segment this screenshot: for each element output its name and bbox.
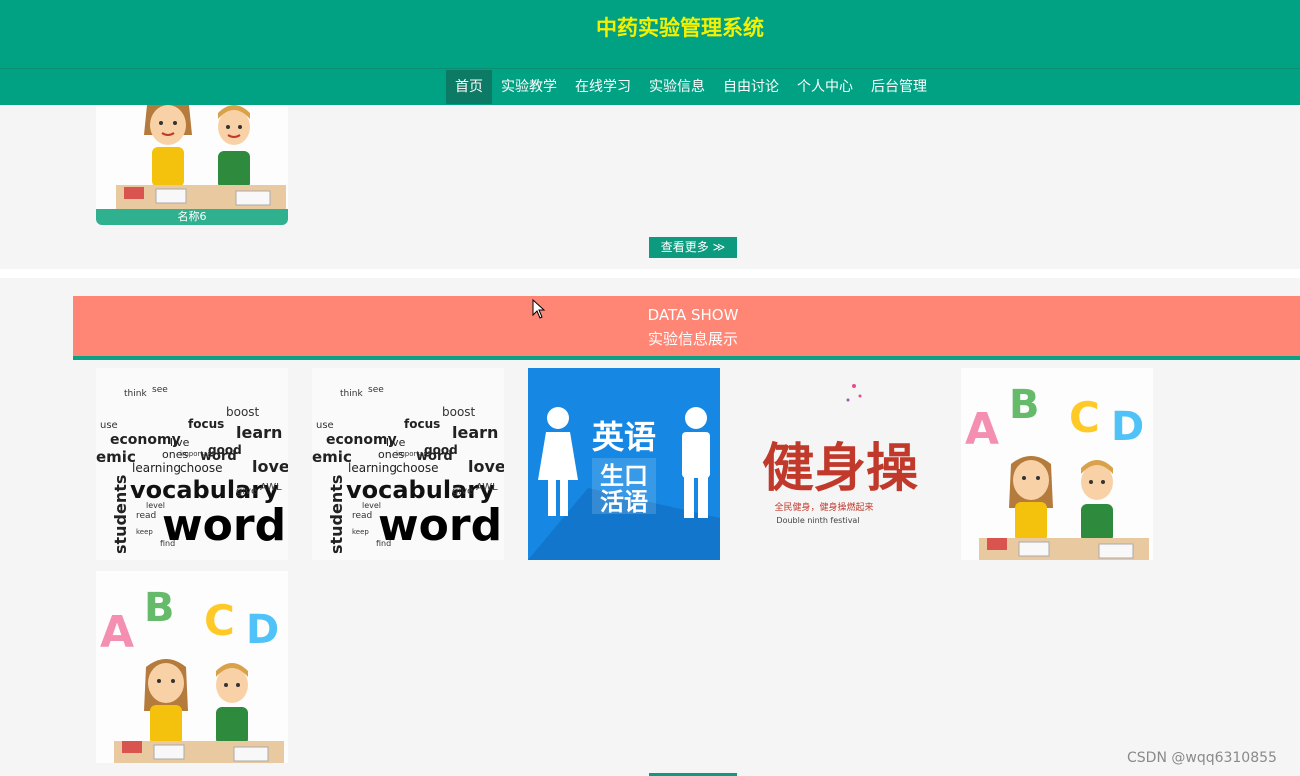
word-cloud-word: emic bbox=[96, 448, 136, 466]
csdn-watermark: CSDN @wqq6310855 bbox=[1127, 750, 1277, 766]
word-cloud-word: love bbox=[252, 457, 288, 476]
section-banner: DATA SHOW 实验信息展示 bbox=[73, 296, 1300, 360]
nav-item-discussion[interactable]: 自由讨论 bbox=[714, 70, 788, 104]
word-cloud-word: focus bbox=[188, 417, 224, 431]
english-line2: 生口 bbox=[600, 462, 648, 490]
word-cloud-word: use bbox=[100, 420, 118, 431]
nav-item-online-learning[interactable]: 在线学习 bbox=[566, 70, 640, 104]
nav-divider bbox=[0, 68, 1300, 69]
fitness-exercise-image: 健身操 全民健身，健身操燃起来 Double ninth festival bbox=[744, 368, 936, 560]
mouse-cursor-icon bbox=[532, 298, 546, 323]
letter-a: A bbox=[100, 607, 134, 658]
word-cloud-word: important bbox=[396, 450, 431, 458]
word-cloud-word: give bbox=[452, 486, 473, 497]
word-cloud-word: read bbox=[352, 511, 372, 521]
english-line3: 活语 bbox=[600, 488, 648, 516]
card-title: 名称6 bbox=[96, 209, 288, 225]
thumb-abc-kids-2[interactable]: A B C D bbox=[96, 571, 288, 763]
word-cloud-word: level bbox=[146, 501, 165, 510]
word-cloud-word: think bbox=[340, 389, 363, 399]
thumb-spoken-english[interactable]: 英语 生口 活语 bbox=[528, 368, 720, 560]
word-cloud-word: level bbox=[362, 501, 381, 510]
banner-title-en: DATA SHOW bbox=[647, 306, 739, 324]
section-divider bbox=[0, 269, 1300, 278]
thumb-vocabulary-1[interactable]: use think see economy focus good learn l… bbox=[96, 368, 288, 560]
word-cloud-word: give bbox=[236, 486, 257, 497]
thumb-abc-kids[interactable]: A B C D bbox=[961, 368, 1153, 560]
view-more-button[interactable]: 查看更多 ≫ bbox=[649, 237, 737, 258]
word-cloud-word: learn bbox=[452, 423, 498, 442]
nav-item-experiment-info[interactable]: 实验信息 bbox=[640, 70, 714, 104]
fitness-caption-en: Double ninth festival bbox=[776, 516, 859, 525]
fitness-title: 健身操 bbox=[762, 438, 918, 499]
word-cloud-word: see bbox=[368, 385, 384, 395]
word-cloud-word: love bbox=[468, 457, 504, 476]
nav-item-teaching[interactable]: 实验教学 bbox=[492, 70, 566, 104]
spoken-english-image: 英语 生口 活语 bbox=[528, 368, 720, 560]
vocabulary-word-cloud-image: use think see economy focus good learn l… bbox=[96, 368, 288, 560]
abc-kids-image: A B C D bbox=[961, 368, 1153, 560]
word-cloud-word: boost bbox=[226, 405, 260, 419]
site-title: 中药实验管理系统 bbox=[596, 16, 764, 40]
english-line1: 英语 bbox=[592, 418, 656, 456]
word-cloud-word: see bbox=[152, 385, 168, 395]
letter-d: D bbox=[246, 607, 279, 653]
word-cloud-word: words bbox=[162, 500, 288, 551]
thumb-fitness[interactable]: 健身操 全民健身，健身操燃起来 Double ninth festival bbox=[744, 368, 936, 560]
kids-reading-image bbox=[96, 105, 288, 209]
word-cloud-word: find bbox=[160, 539, 175, 548]
word-cloud-word: AWL bbox=[260, 482, 282, 493]
fitness-caption: 全民健身，健身操燃起来 bbox=[774, 501, 873, 513]
site-header: 中药实验管理系统 首页 实验教学 在线学习 实验信息 自由讨论 个人中心 后台管… bbox=[0, 0, 1300, 105]
abc-kids-image: A B C D bbox=[96, 571, 288, 763]
featured-card[interactable]: 名称6 bbox=[96, 105, 288, 225]
word-cloud-word: learning bbox=[132, 461, 181, 475]
word-cloud-word: use bbox=[316, 420, 334, 431]
word-cloud-word: AWL bbox=[476, 482, 498, 493]
letter-d: D bbox=[1111, 404, 1144, 450]
word-cloud-word: focus bbox=[404, 417, 440, 431]
nav-item-admin[interactable]: 后台管理 bbox=[862, 70, 936, 104]
word-cloud-word: students bbox=[327, 475, 346, 554]
nav-item-personal-center[interactable]: 个人中心 bbox=[788, 70, 862, 104]
word-cloud-word: learn bbox=[236, 423, 282, 442]
word-cloud-word: keep bbox=[136, 528, 153, 536]
word-cloud-word: important bbox=[180, 450, 215, 458]
letter-b: B bbox=[144, 585, 175, 631]
word-cloud-word: think bbox=[124, 389, 147, 399]
word-cloud-word: read bbox=[136, 511, 156, 521]
letter-c: C bbox=[204, 596, 235, 645]
main-nav: 首页 实验教学 在线学习 实验信息 自由讨论 个人中心 后台管理 bbox=[446, 70, 936, 104]
word-cloud-word: words bbox=[378, 500, 504, 551]
nav-item-home[interactable]: 首页 bbox=[446, 70, 492, 104]
word-cloud-word: keep bbox=[352, 528, 369, 536]
word-cloud-word: boost bbox=[442, 405, 476, 419]
word-cloud-word: students bbox=[111, 475, 130, 554]
word-cloud-word: learning bbox=[348, 461, 397, 475]
banner-title-cn: 实验信息展示 bbox=[647, 330, 738, 348]
word-cloud-word: emic bbox=[312, 448, 352, 466]
letter-c: C bbox=[1069, 393, 1100, 442]
word-cloud-word: find bbox=[376, 539, 391, 548]
vocabulary-word-cloud-image: use think see economy focus good learn l… bbox=[312, 368, 504, 560]
letter-a: A bbox=[965, 404, 999, 455]
thumb-vocabulary-2[interactable]: use think see economy focus good learn l… bbox=[312, 368, 504, 560]
letter-b: B bbox=[1009, 382, 1040, 428]
